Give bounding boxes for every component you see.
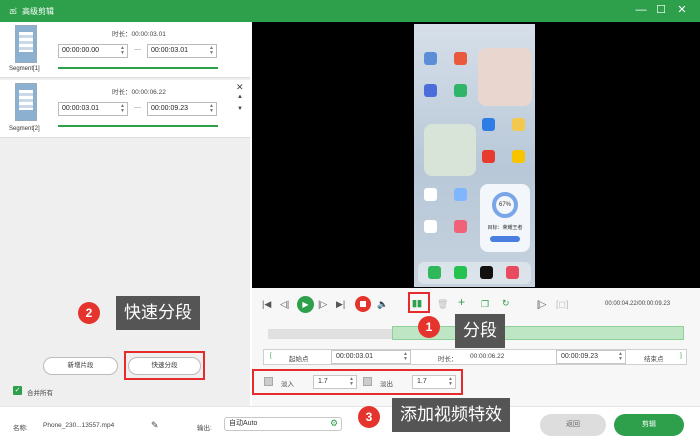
segment-thumbnail xyxy=(15,25,37,63)
fade-in-input[interactable]: 1.7 ▲ ▼ xyxy=(313,375,357,389)
refresh-icon[interactable]: ↻ xyxy=(502,297,510,309)
app-icon xyxy=(512,118,525,131)
window-title: 高级剪辑 xyxy=(22,7,54,16)
copy-icon[interactable]: ❐ xyxy=(481,298,489,310)
close-button[interactable]: ✕ xyxy=(674,3,690,17)
app-icon xyxy=(424,188,437,201)
app-icon xyxy=(424,84,437,97)
segment-duration: 时长：00:00:03.01 xyxy=(112,31,166,38)
set-start-icon[interactable]: [▷ xyxy=(537,298,546,310)
step-forward-icon[interactable]: |▷ xyxy=(318,298,327,310)
fade-out-input[interactable]: 1.7 ▲ ▼ xyxy=(412,375,456,389)
app-icon xyxy=(454,52,467,65)
fade-in-label: 淡入 xyxy=(281,381,294,388)
segment-end-input[interactable]: 00:00:09.23 ▲ ▼ xyxy=(147,102,217,116)
maximize-button[interactable]: ☐ xyxy=(653,3,669,17)
end-point-input[interactable]: 00:00:09.23 ▲ ▼ xyxy=(556,350,626,364)
callout-number-2: 2 xyxy=(78,302,100,324)
merge-all-checkbox[interactable]: ✓ xyxy=(13,386,22,395)
fade-out-checkbox[interactable] xyxy=(363,377,372,386)
bracket-end-icon: ] xyxy=(680,352,682,359)
segment-thumbnail xyxy=(15,83,37,121)
play-button[interactable]: ▶ xyxy=(297,296,314,313)
start-point-input[interactable]: 00:00:03.01 ▲ ▼ xyxy=(331,350,411,364)
settings-gear-icon[interactable]: ⚙ xyxy=(330,418,338,429)
segment-start-input[interactable]: 00:00:03.01 ▲ ▼ xyxy=(58,102,128,116)
callout-number-3: 3 xyxy=(358,406,380,428)
app-icon xyxy=(512,150,525,163)
move-up-icon[interactable]: ▲ xyxy=(237,94,243,100)
app-icon xyxy=(482,118,495,131)
delete-segment-icon[interactable]: ✕ xyxy=(236,82,244,93)
set-end-icon[interactable]: [◻] xyxy=(556,298,568,310)
clip-button[interactable]: 剪辑 xyxy=(614,414,684,436)
end-point-label[interactable]: 结束点 xyxy=(644,353,664,363)
edit-name-icon[interactable]: ✎ xyxy=(151,420,159,431)
output-label: 输出: xyxy=(197,425,212,432)
minimize-button[interactable]: — xyxy=(633,3,649,17)
playback-time: 00:00:04.22/00:00:09.23 xyxy=(605,301,671,307)
app-logo-icon: ಹ xyxy=(9,5,17,17)
new-segment-button[interactable]: 新增片段 xyxy=(43,357,118,375)
segment-label: Segment[2] xyxy=(9,126,40,132)
step-back-icon[interactable]: ◁| xyxy=(280,298,289,310)
range-separator: — xyxy=(134,46,141,53)
segment-duration: 时长：00:00:06.22 xyxy=(112,89,166,96)
highlight-frame xyxy=(124,351,205,380)
game-widget: 67% 目标：荣耀王者 xyxy=(480,184,530,252)
file-name: Phone_230...13557.mp4 xyxy=(43,422,115,429)
segment-item[interactable]: Segment[1] 时长：00:00:03.01 00:00:00.00 ▲ ▼ … xyxy=(0,22,250,78)
app-icon xyxy=(424,220,437,233)
move-down-icon[interactable]: ▼ xyxy=(237,106,243,112)
range-separator: — xyxy=(134,104,141,111)
widget-button xyxy=(490,236,520,242)
delete-icon[interactable]: 🗑 xyxy=(437,298,448,310)
add-icon[interactable]: + xyxy=(458,296,465,308)
segment-range-bar xyxy=(58,67,218,69)
segment-item[interactable]: Segment[2] 时长：00:00:06.22 00:00:03.01 ▲ ▼ … xyxy=(0,80,250,138)
fade-out-label: 淡出 xyxy=(380,381,393,388)
wechat-app-icon xyxy=(454,266,467,279)
widget-label: 目标：荣耀王者 xyxy=(487,225,523,231)
app-icon xyxy=(424,52,437,65)
progress-ring: 67% xyxy=(492,192,518,218)
app-icon xyxy=(482,150,495,163)
duration-value: 00:00:06.22 xyxy=(470,353,505,360)
output-select[interactable]: 自动Auto xyxy=(224,417,342,431)
go-end-icon[interactable]: ▶| xyxy=(336,298,345,310)
callout-split: 分段 xyxy=(455,314,505,348)
stop-button[interactable] xyxy=(355,296,371,312)
app-icon xyxy=(454,188,467,201)
title-bar: ಹ 高级剪辑 — ☐ ✕ xyxy=(0,0,700,22)
photo-widget xyxy=(478,48,532,106)
bracket-start-icon: [ xyxy=(270,352,272,359)
app-icon xyxy=(454,84,467,97)
start-point-label[interactable]: 起始点 xyxy=(289,353,309,363)
duration-label: 时长： xyxy=(438,356,458,363)
segment-end-input[interactable]: 00:00:03.01 ▲ ▼ xyxy=(147,44,217,58)
segment-label: Segment[1] xyxy=(9,66,40,72)
callout-video-effects: 添加视频特效 xyxy=(392,398,510,432)
segment-range-bar xyxy=(58,125,218,127)
callout-quick-split: 快速分段 xyxy=(116,296,200,330)
merge-all-label: 合并所有 xyxy=(27,390,53,397)
app-icon xyxy=(506,266,519,279)
weather-widget xyxy=(424,124,476,176)
name-label: 名称: xyxy=(13,425,28,432)
segment-start-input[interactable]: 00:00:00.00 ▲ ▼ xyxy=(58,44,128,58)
qq-app-icon xyxy=(480,266,493,279)
split-icon[interactable]: ▮▮ xyxy=(412,297,422,309)
phone-app-icon xyxy=(428,266,441,279)
volume-icon[interactable]: 🔈 xyxy=(377,298,388,310)
dock xyxy=(418,262,531,284)
callout-number-1: 1 xyxy=(418,316,440,338)
back-button[interactable]: 返回 xyxy=(540,414,606,436)
phone-screen-frame: 67% 目标：荣耀王者 xyxy=(414,24,535,287)
fade-in-checkbox[interactable] xyxy=(264,377,273,386)
go-start-icon[interactable]: |◀ xyxy=(262,298,271,310)
app-icon xyxy=(454,220,467,233)
